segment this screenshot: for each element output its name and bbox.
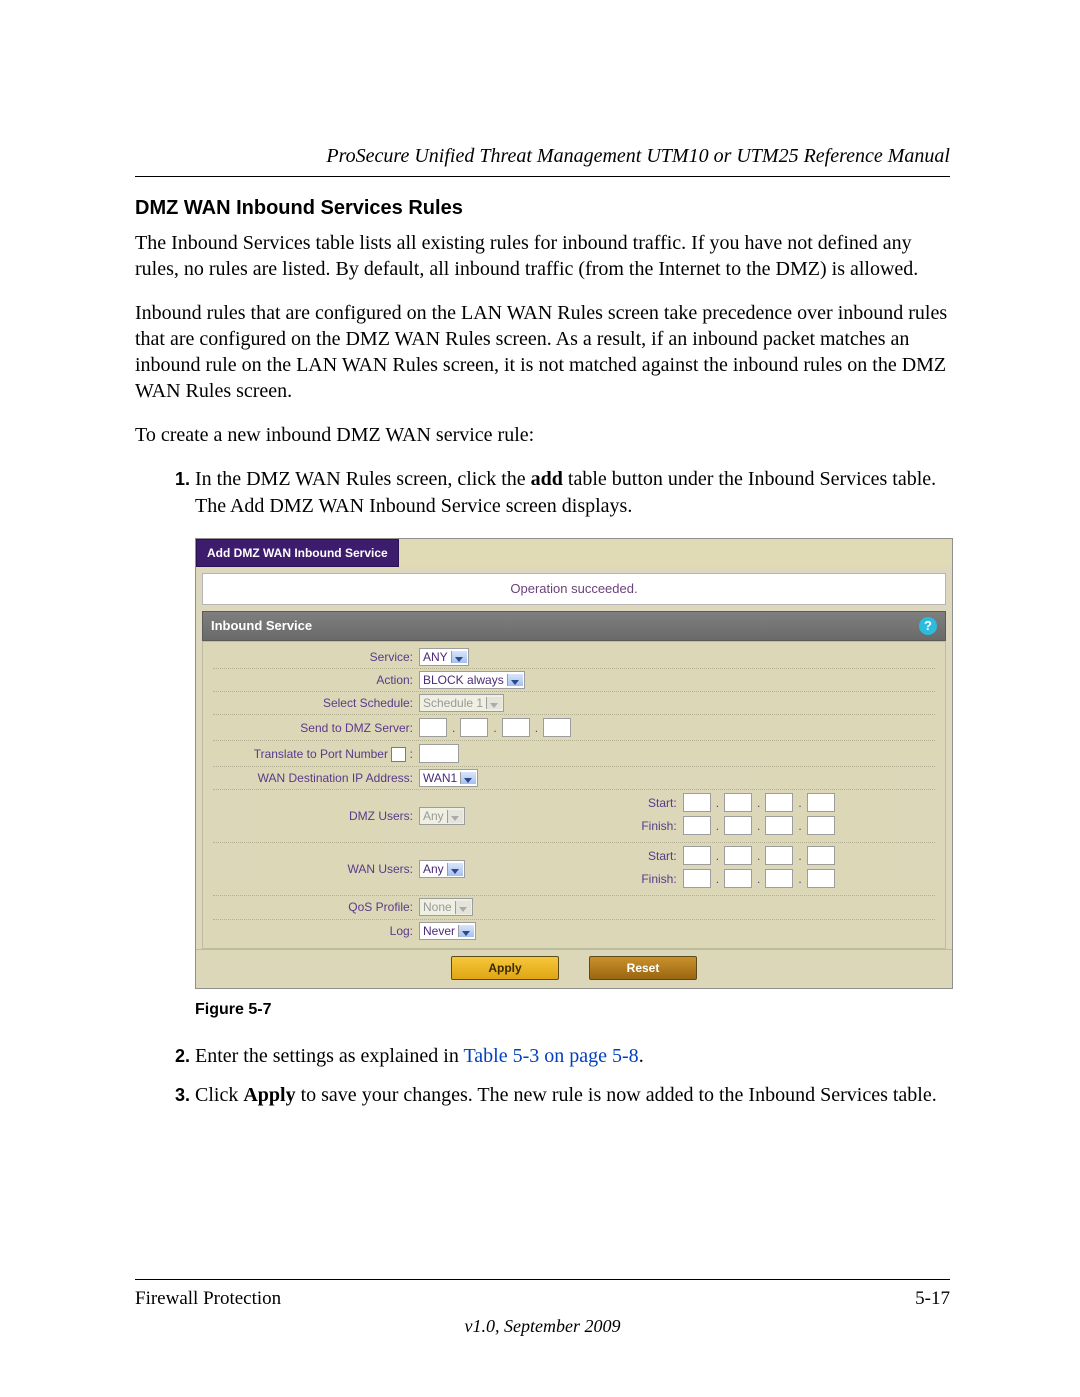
step-bold: Apply [243,1084,295,1106]
ip-octet[interactable] [807,793,835,812]
figure-caption: Figure 5-7 [195,999,950,1021]
ip-octet[interactable] [683,816,711,835]
ip-octet[interactable] [807,846,835,865]
ip-octet[interactable] [724,793,752,812]
ip-wan-start[interactable]: . . . [683,846,835,865]
ip-octet[interactable] [683,846,711,865]
reset-button[interactable]: Reset [589,956,697,980]
label-wan-users: WAN Users: [213,861,419,877]
ip-octet[interactable] [724,869,752,888]
ip-octet[interactable] [807,816,835,835]
label-wan-destination-ip: WAN Destination IP Address: [213,770,419,786]
running-header: ProSecure Unified Threat Management UTM1… [135,145,950,168]
ip-octet[interactable] [765,816,793,835]
label-dmz-start: Start: [625,795,683,811]
checkbox-translate-port[interactable] [391,747,406,762]
add-dmz-wan-inbound-service-dialog: Add DMZ WAN Inbound Service Operation su… [195,538,953,989]
ip-dmz-start[interactable]: . . . [683,793,835,812]
label-wan-finish: Finish: [625,871,683,887]
step-2: Enter the settings as explained in Table… [195,1043,950,1070]
section-heading: DMZ WAN Inbound Services Rules [135,197,950,220]
status-message: Operation succeeded. [202,573,946,605]
select-action[interactable]: BLOCK always [419,672,525,688]
label-select-schedule: Select Schedule: [213,695,419,711]
select-service[interactable]: ANY [419,649,469,665]
body-paragraph: The Inbound Services table lists all exi… [135,230,950,282]
ip-octet-2[interactable] [460,718,488,737]
page-footer: Firewall Protection 5-17 v1.0, September… [135,1279,950,1337]
ip-octet[interactable] [807,869,835,888]
step-text: Enter the settings as explained in [195,1045,463,1067]
ip-octet-3[interactable] [502,718,530,737]
header-rule [135,176,950,177]
apply-button[interactable]: Apply [451,956,559,980]
ip-wan-finish[interactable]: . . . [683,869,835,888]
ip-octet[interactable] [765,846,793,865]
form-area: Service: ANY Action: BLOCK always [202,641,946,949]
ip-send-to-dmz-server[interactable]: . . . [419,718,571,737]
ip-octet-1[interactable] [419,718,447,737]
button-bar: Apply Reset [196,949,952,988]
footer-version: v1.0, September 2009 [135,1316,950,1337]
label-qos-profile: QoS Profile: [213,899,419,915]
help-icon[interactable]: ? [919,617,937,635]
manual-page: ProSecure Unified Threat Management UTM1… [0,0,1080,1397]
select-dmz-users: Any [419,808,465,824]
body-paragraph: Inbound rules that are configured on the… [135,300,950,404]
select-wan-destination-ip[interactable]: WAN1 [419,770,478,786]
step-text: . [639,1045,644,1067]
xref-table-5-3[interactable]: Table 5-3 on page 5-8 [463,1045,638,1067]
label-send-to-dmz-server: Send to DMZ Server: [213,720,419,736]
footer-left: Firewall Protection [135,1288,281,1310]
step-1: In the DMZ WAN Rules screen, click the a… [195,466,950,1021]
ip-octet[interactable] [683,793,711,812]
tab-add-dmz-wan-inbound-service[interactable]: Add DMZ WAN Inbound Service [196,539,399,567]
label-dmz-users: DMZ Users: [213,808,419,824]
step-text: In the DMZ WAN Rules screen, click the [195,468,531,490]
step-text: Click [195,1084,243,1106]
step-text: to save your changes. The new rule is no… [296,1084,937,1106]
label-service: Service: [213,649,419,665]
ip-octet[interactable] [765,869,793,888]
ip-octet[interactable] [724,846,752,865]
numbered-steps: In the DMZ WAN Rules screen, click the a… [135,466,950,1109]
label-dmz-finish: Finish: [625,818,683,834]
label-log: Log: [213,923,419,939]
select-schedule: Schedule 1 [419,695,504,711]
select-wan-users[interactable]: Any [419,861,465,877]
step-bold: add [531,468,563,490]
select-log[interactable]: Never [419,923,476,939]
ip-octet-4[interactable] [543,718,571,737]
ip-dmz-finish[interactable]: . . . [683,816,835,835]
ip-octet[interactable] [765,793,793,812]
body-paragraph: To create a new inbound DMZ WAN service … [135,422,950,448]
label-wan-start: Start: [625,848,683,864]
section-title: Inbound Service [211,617,312,635]
label-translate-to-port: Translate to Port Number : [213,746,419,762]
tab-strip: Add DMZ WAN Inbound Service [196,539,952,567]
select-qos-profile: None [419,899,473,915]
section-header-inbound-service: Inbound Service ? [202,611,946,641]
step-3: Click Apply to save your changes. The ne… [195,1082,950,1109]
label-action: Action: [213,672,419,688]
footer-right-page-number: 5-17 [915,1288,950,1310]
ip-octet[interactable] [724,816,752,835]
input-translate-port[interactable] [419,744,459,763]
ip-octet[interactable] [683,869,711,888]
